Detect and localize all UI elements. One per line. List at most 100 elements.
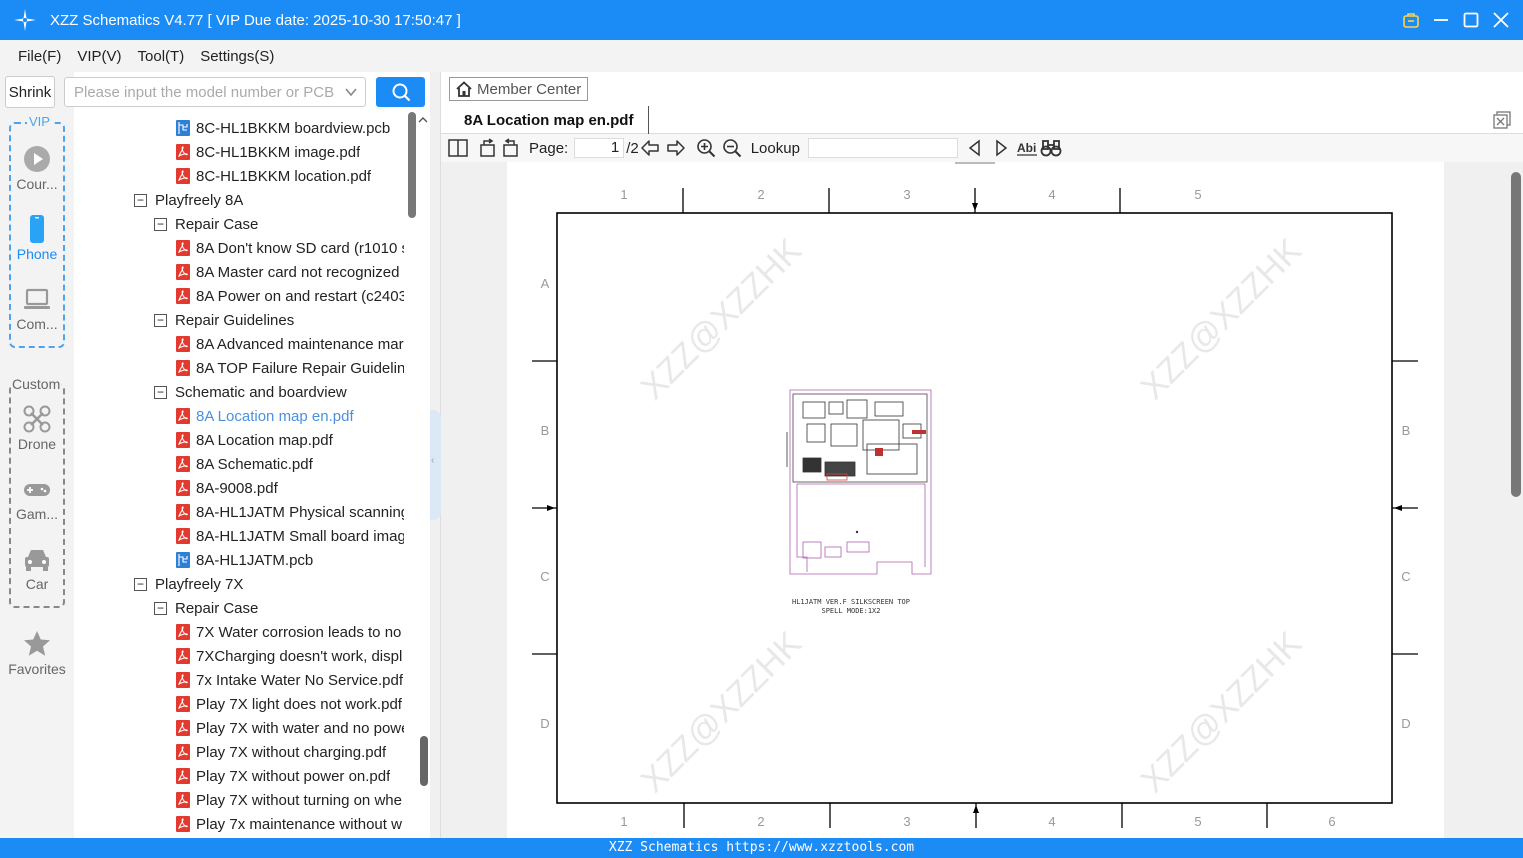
row-label: D bbox=[1401, 716, 1410, 731]
pcb-file-icon bbox=[176, 120, 190, 136]
row-label: D bbox=[540, 716, 549, 731]
rail-item-drone[interactable]: Drone bbox=[0, 404, 74, 452]
row-label: C bbox=[1401, 569, 1410, 584]
pdf-viewport[interactable]: 1 2 3 4 5 1 2 3 4 5 6 A B C D B C D XZZ@… bbox=[441, 162, 1509, 838]
tree-file[interactable]: Play 7X with water and no powe bbox=[176, 716, 404, 740]
tree-file[interactable]: 8A-HL1JATM.pcb bbox=[176, 548, 404, 572]
menu-vip[interactable]: VIP(V) bbox=[77, 48, 121, 65]
vip-bag-icon[interactable] bbox=[1401, 10, 1421, 30]
menu-bar: File(F) VIP(V) Tool(T) Settings(S) bbox=[0, 40, 1523, 72]
zoom-out-icon[interactable] bbox=[721, 137, 743, 159]
rotate-right-icon[interactable] bbox=[499, 137, 521, 159]
tree-file[interactable]: 8A-HL1JATM Physical scanning bbox=[176, 500, 404, 524]
menu-settings[interactable]: Settings(S) bbox=[200, 48, 274, 65]
collapse-toggle-icon[interactable]: − bbox=[154, 313, 167, 327]
tree-folder[interactable]: − Repair Case bbox=[154, 212, 404, 236]
tree-file[interactable]: 8A-HL1JATM Small board imag bbox=[176, 524, 404, 548]
watermark-text: XZZ@XZZHK bbox=[1133, 231, 1309, 407]
tree-item-label: 8A Advanced maintenance mar bbox=[196, 335, 404, 353]
zoom-in-icon[interactable] bbox=[695, 137, 717, 159]
tree-file[interactable]: 8C-HL1BKKM image.pdf bbox=[176, 140, 404, 164]
laptop-icon bbox=[24, 288, 50, 309]
tree-file[interactable]: 8A Location map.pdf bbox=[176, 428, 404, 452]
search-input[interactable]: Please input the model number or PCB bbox=[64, 77, 366, 107]
tree-file[interactable]: 8A Master card not recognized bbox=[176, 260, 404, 284]
tree-folder[interactable]: − Playfreely 7X bbox=[134, 572, 404, 596]
tab-document[interactable]: 8A Location map en.pdf bbox=[449, 106, 649, 134]
member-center-button[interactable]: Member Center bbox=[449, 77, 588, 101]
collapse-toggle-icon[interactable]: − bbox=[154, 601, 167, 615]
find-all-binoculars-icon[interactable] bbox=[1040, 137, 1062, 159]
tree-file[interactable]: 8C-HL1BKKM boardview.pcb bbox=[176, 116, 404, 140]
collapse-toggle-icon[interactable]: − bbox=[134, 577, 147, 591]
menu-tool[interactable]: Tool(T) bbox=[138, 48, 185, 65]
tree-horizontal-scroll-thumb[interactable] bbox=[420, 736, 428, 786]
app-logo-icon bbox=[14, 9, 36, 31]
menu-file[interactable]: File(F) bbox=[18, 48, 61, 65]
tree-file[interactable]: 8A Schematic.pdf bbox=[176, 452, 404, 476]
minimize-button[interactable] bbox=[1431, 10, 1451, 30]
tree-item-label: Playfreely 8A bbox=[155, 191, 244, 209]
tree-file[interactable]: 8A TOP Failure Repair Guideline bbox=[176, 356, 404, 380]
close-document-icon[interactable] bbox=[1493, 111, 1511, 129]
tree-file[interactable]: 8A-9008.pdf bbox=[176, 476, 404, 500]
tree-file[interactable]: Play 7X without charging.pdf bbox=[176, 740, 404, 764]
tree-folder[interactable]: − Repair Case bbox=[154, 596, 404, 620]
pdf-scrollbar-thumb[interactable] bbox=[1511, 172, 1521, 497]
next-page-icon[interactable] bbox=[665, 137, 687, 159]
pdf-file-icon bbox=[176, 816, 190, 832]
tree-item-label: Playfreely 7X bbox=[155, 575, 244, 593]
search-button[interactable] bbox=[376, 77, 425, 107]
collapse-toggle-icon[interactable]: − bbox=[154, 217, 167, 231]
tree-file[interactable]: 7X Water corrosion leads to no bbox=[176, 620, 404, 644]
tree-file[interactable]: 8A Don't know SD card (r1010 s bbox=[176, 236, 404, 260]
tree-file[interactable]: 8C-HL1BKKM location.pdf bbox=[176, 164, 404, 188]
rail-item-car[interactable]: Car bbox=[0, 544, 74, 592]
pdf-file-icon bbox=[176, 792, 190, 808]
rotate-left-icon[interactable] bbox=[477, 137, 499, 159]
tree-file[interactable]: 7XCharging doesn't work, displ bbox=[176, 644, 404, 668]
member-center-label: Member Center bbox=[477, 80, 582, 98]
toggle-sidebar-icon[interactable] bbox=[447, 137, 469, 159]
shrink-button[interactable]: Shrink bbox=[5, 76, 55, 108]
pdf-file-icon bbox=[176, 456, 190, 472]
pdf-file-icon bbox=[176, 240, 190, 256]
lookup-input[interactable] bbox=[807, 138, 958, 158]
tree-file[interactable]: 8A Advanced maintenance mar bbox=[176, 332, 404, 356]
tree-file[interactable]: 8A Location map en.pdf bbox=[176, 404, 404, 428]
tree-item-label: Play 7X without charging.pdf bbox=[196, 743, 387, 761]
pdf-page: 1 2 3 4 5 1 2 3 4 5 6 A B C D B C D XZZ@… bbox=[507, 162, 1444, 838]
collapse-toggle-icon[interactable]: − bbox=[154, 385, 167, 399]
find-previous-icon[interactable] bbox=[964, 137, 986, 159]
rail-item-phone[interactable]: Phone bbox=[0, 214, 74, 262]
rail-item-computer[interactable]: Com... bbox=[0, 284, 74, 332]
tree-file[interactable]: Play 7X light does not work.pdf bbox=[176, 692, 404, 716]
scroll-up-arrow-icon[interactable] bbox=[417, 114, 429, 126]
collapse-toggle-icon[interactable]: − bbox=[134, 193, 147, 207]
match-case-icon[interactable]: Abi bbox=[1016, 137, 1038, 159]
chevron-down-icon[interactable] bbox=[337, 78, 365, 106]
tree-item-label: Play 7X without power on.pdf bbox=[196, 767, 391, 785]
tree-scrollbar-thumb[interactable] bbox=[408, 112, 416, 218]
tree-file[interactable]: Play 7x maintenance without w bbox=[176, 812, 404, 836]
rail-item-game[interactable]: Gam... bbox=[0, 474, 74, 522]
page-number-input[interactable]: 1 bbox=[574, 138, 625, 158]
tree-file[interactable]: 8A Power on and restart (c2403 bbox=[176, 284, 404, 308]
tree-item-label: 8C-HL1BKKM location.pdf bbox=[196, 167, 372, 185]
tree-file[interactable]: 7x Intake Water No Service.pdf bbox=[176, 668, 404, 692]
maximize-button[interactable] bbox=[1461, 10, 1481, 30]
rail-item-favorites[interactable]: Favorites bbox=[0, 629, 74, 677]
tree-file[interactable]: Play 7X without power on.pdf bbox=[176, 764, 404, 788]
tree-folder[interactable]: − Schematic and boardview bbox=[154, 380, 404, 404]
previous-page-icon[interactable] bbox=[639, 137, 661, 159]
tree-scrollbar[interactable] bbox=[405, 112, 419, 838]
close-window-button[interactable] bbox=[1491, 10, 1511, 30]
schematic-drawing: 1 2 3 4 5 1 2 3 4 5 6 A B C D B C D XZZ@… bbox=[532, 162, 1418, 829]
tree-file[interactable]: Play 7X without turning on whe bbox=[176, 788, 404, 812]
find-next-icon[interactable] bbox=[990, 137, 1012, 159]
watermark-text: XZZ@XZZHK bbox=[633, 231, 809, 407]
tree-item-label: 7X Water corrosion leads to no bbox=[196, 623, 402, 641]
rail-item-course[interactable]: Cour... bbox=[0, 144, 74, 192]
tree-folder[interactable]: − Playfreely 8A bbox=[134, 188, 404, 212]
tree-folder[interactable]: − Repair Guidelines bbox=[154, 308, 404, 332]
